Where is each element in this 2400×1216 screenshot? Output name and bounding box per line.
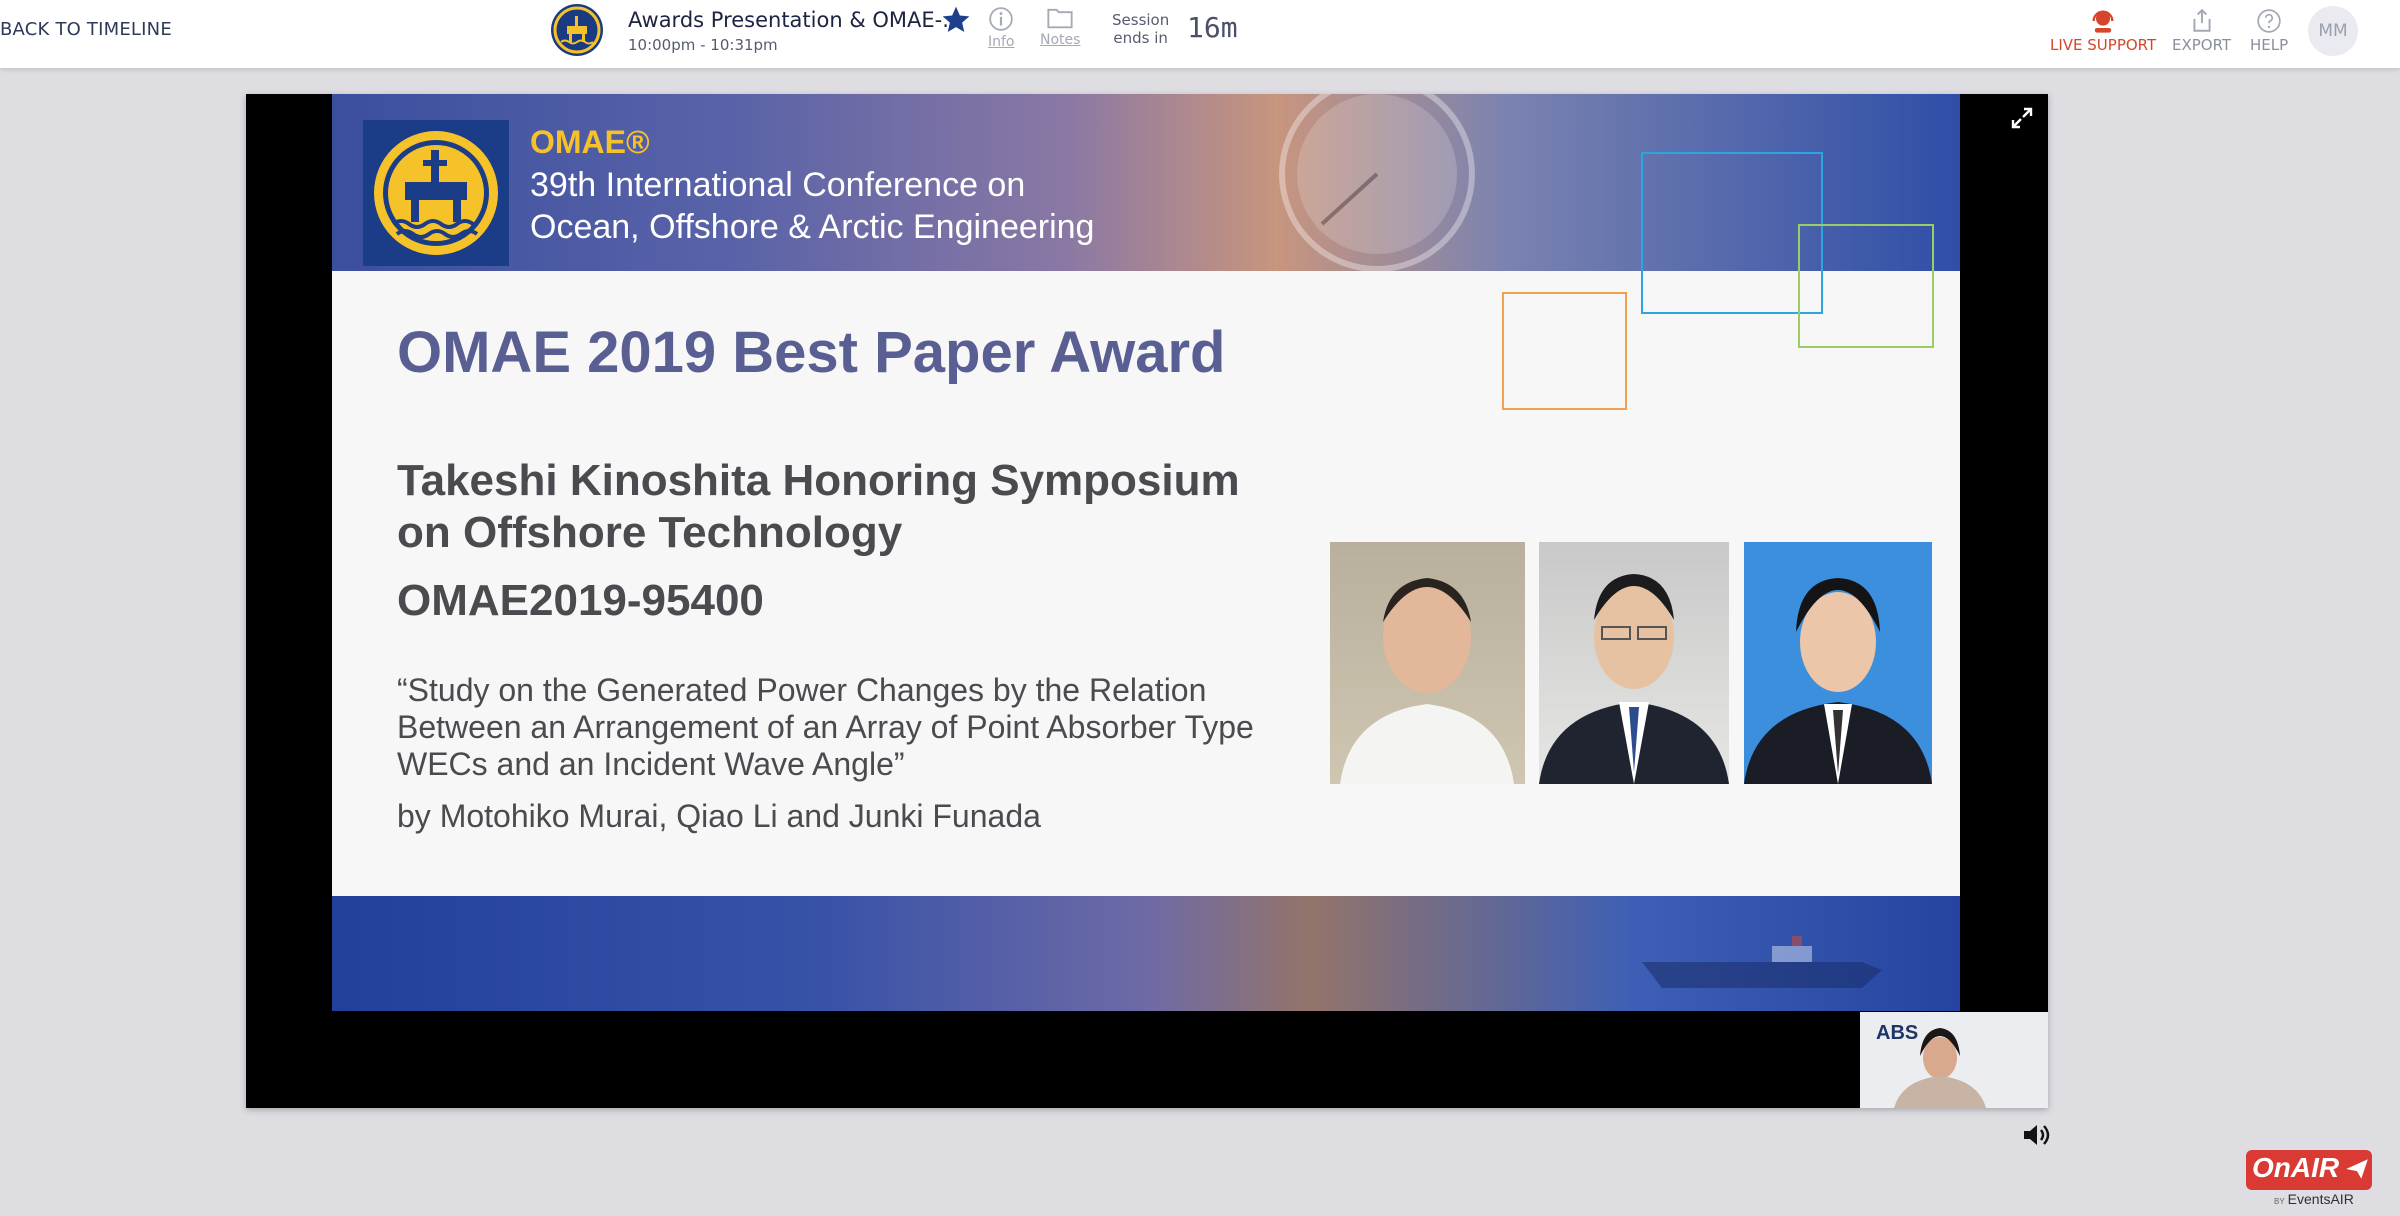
eventsair-branding: BY EventsAIR xyxy=(2274,1191,2354,1207)
session-title: Awards Presentation & OMAE-... xyxy=(628,8,963,32)
paper-id: OMAE2019-95400 xyxy=(397,576,764,625)
help-label: HELP xyxy=(2250,36,2289,54)
live-support-label: LIVE SUPPORT xyxy=(2050,36,2157,54)
omae-platform-icon xyxy=(553,6,601,54)
notes-button[interactable]: Notes xyxy=(1040,6,1080,48)
info-icon xyxy=(989,7,1013,31)
session-time: 10:00pm - 10:31pm xyxy=(628,36,778,54)
session-countdown: 16m xyxy=(1187,11,1238,44)
author-photo-1 xyxy=(1330,542,1525,784)
info-label: Info xyxy=(988,34,1015,50)
folder-icon xyxy=(1047,8,1073,29)
user-avatar[interactable]: MM xyxy=(2308,6,2358,56)
export-button[interactable]: EXPORT xyxy=(2172,8,2231,54)
favorite-star-icon[interactable] xyxy=(940,4,972,36)
paper-title-line-1: “Study on the Generated Power Changes by… xyxy=(397,672,1207,708)
onair-logo-text: OnAIR xyxy=(2252,1152,2340,1183)
offshore-platform-icon xyxy=(374,131,498,255)
fullscreen-expand-icon[interactable] xyxy=(2010,106,2034,130)
export-share-icon xyxy=(2192,8,2211,32)
export-label: EXPORT xyxy=(2172,36,2232,54)
top-bar: BACK TO TIMELINE Awards Presentation & O… xyxy=(0,0,2400,68)
header-line-1: 39th International Conference on xyxy=(530,166,1026,204)
info-button[interactable]: Info xyxy=(988,6,1015,50)
portrait-3 xyxy=(1744,578,1932,784)
header-line-2: Ocean, Offshore & Arctic Engineering xyxy=(530,208,1095,246)
session-ends-line1: Session xyxy=(1112,11,1170,29)
eventsair-label: EventsAIR xyxy=(2287,1191,2354,1207)
session-logo xyxy=(551,4,603,56)
volume-icon[interactable] xyxy=(2022,1122,2050,1148)
live-support-icon xyxy=(2092,10,2114,33)
author-photo-3 xyxy=(1744,542,1932,784)
notes-label: Notes xyxy=(1040,32,1081,48)
video-player[interactable]: OMAE® 39th International Conference on O… xyxy=(246,94,2048,1108)
symposium-line-2: on Offshore Technology xyxy=(397,508,903,557)
deco-square-green xyxy=(1798,224,1934,348)
pressure-gauge-graphic xyxy=(1279,94,1475,271)
session-ends-label: Session ends in xyxy=(1112,11,1169,47)
paper-title-line-2: Between an Arrangement of an Array of Po… xyxy=(397,709,1254,745)
presentation-slide: OMAE® 39th International Conference on O… xyxy=(332,94,1960,1011)
header-brand: OMAE® xyxy=(530,124,650,160)
ship-graphic xyxy=(1642,936,1882,988)
eventsair-by: BY xyxy=(2274,1197,2285,1206)
symposium-line-1: Takeshi Kinoshita Honoring Symposium xyxy=(397,456,1240,505)
speaker-video xyxy=(1894,1028,1986,1108)
speaker-picture-in-picture[interactable]: ABS xyxy=(1860,1012,2048,1108)
help-button[interactable]: HELP xyxy=(2250,8,2288,54)
session-ends-line2: ends in xyxy=(1113,29,1168,47)
author-byline: by Motohiko Murai, Qiao Li and Junki Fun… xyxy=(397,798,1041,834)
help-icon xyxy=(2257,9,2281,33)
paper-title-line-3: WECs and an Incident Wave Angle” xyxy=(397,746,905,782)
deco-square-blue xyxy=(1641,152,1823,314)
portrait-1 xyxy=(1340,578,1514,784)
live-support-button[interactable]: LIVE SUPPORT xyxy=(2050,8,2156,54)
deco-square-orange xyxy=(1502,292,1627,410)
slide-footer-banner xyxy=(332,896,1960,1011)
portrait-2 xyxy=(1539,574,1729,784)
paper-plane-icon xyxy=(2346,1159,2368,1179)
author-photo-2 xyxy=(1539,542,1729,784)
back-to-timeline-link[interactable]: BACK TO TIMELINE xyxy=(0,19,172,40)
omae-logo xyxy=(363,120,509,266)
award-title: OMAE 2019 Best Paper Award xyxy=(397,320,1226,385)
